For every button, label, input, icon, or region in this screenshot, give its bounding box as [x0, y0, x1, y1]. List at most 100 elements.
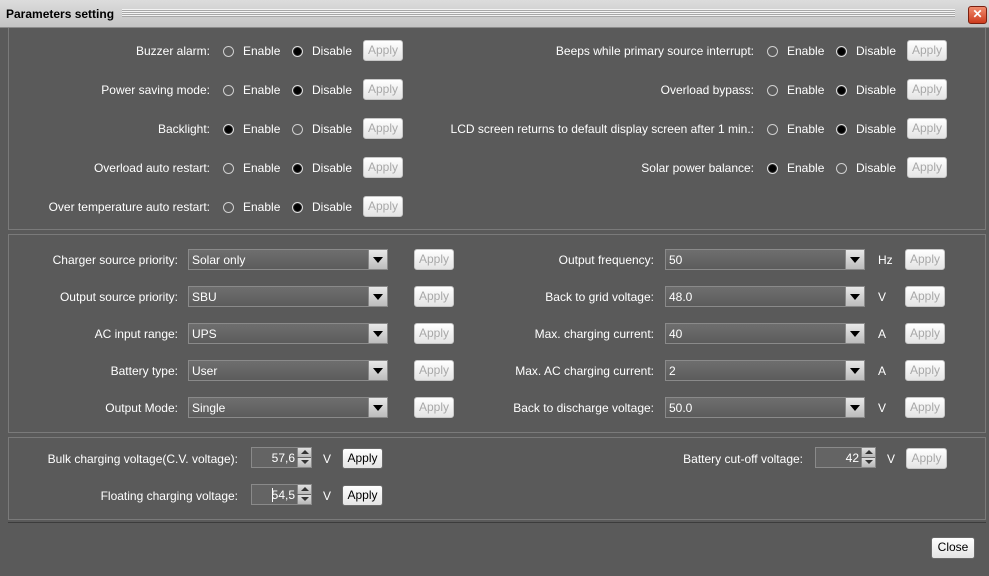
charger-source-priority-apply-button[interactable]: Apply: [414, 249, 454, 270]
output-mode-apply-button[interactable]: Apply: [414, 397, 454, 418]
output-frequency-value[interactable]: 50: [669, 253, 682, 267]
buzzer-alarm-disable-label[interactable]: Disable: [312, 44, 352, 58]
battery-type-apply-button[interactable]: Apply: [414, 360, 454, 381]
beeps-while-primary-source-interrupt-enable-label[interactable]: Enable: [787, 44, 824, 58]
battery-type-value[interactable]: User: [192, 364, 217, 378]
spinner-up-icon[interactable]: [297, 448, 311, 457]
spinner-down-icon[interactable]: [861, 458, 875, 467]
lcd-screen-returns-to-default-display-sc-enable-label[interactable]: Enable: [787, 122, 824, 136]
close-icon[interactable]: ✕: [968, 6, 987, 24]
back-to-grid-voltage-value[interactable]: 48.0: [669, 290, 692, 304]
power-saving-mode-enable-label[interactable]: Enable: [243, 83, 280, 97]
overload-auto-restart-disable-label[interactable]: Disable: [312, 161, 352, 175]
power-saving-mode-disable-radio[interactable]: [292, 85, 303, 96]
back-to-discharge-voltage-value[interactable]: 50.0: [669, 401, 692, 415]
beeps-while-primary-source-interrupt-enable-radio[interactable]: [767, 46, 778, 57]
chevron-down-icon[interactable]: [368, 287, 387, 306]
floating-voltage-value[interactable]: 54,5: [272, 488, 295, 502]
output-mode-select[interactable]: Single: [188, 397, 388, 418]
chevron-down-icon[interactable]: [368, 250, 387, 269]
overload-bypass-enable-radio[interactable]: [767, 85, 778, 96]
overload-bypass-apply-button[interactable]: Apply: [907, 79, 947, 100]
overload-auto-restart-enable-radio[interactable]: [223, 163, 234, 174]
chevron-down-icon[interactable]: [368, 324, 387, 343]
back-to-grid-voltage-select[interactable]: 48.0: [665, 286, 865, 307]
lcd-screen-returns-to-default-display-sc-apply-button[interactable]: Apply: [907, 118, 947, 139]
output-source-priority-select[interactable]: SBU: [188, 286, 388, 307]
max-ac-charging-current-apply-button[interactable]: Apply: [905, 360, 945, 381]
spinner-down-icon[interactable]: [297, 458, 311, 467]
over-temperature-auto-restart-enable-label[interactable]: Enable: [243, 200, 280, 214]
back-to-discharge-voltage-select[interactable]: 50.0: [665, 397, 865, 418]
back-to-discharge-voltage-apply-button[interactable]: Apply: [905, 397, 945, 418]
lcd-screen-returns-to-default-display-sc-disable-label[interactable]: Disable: [856, 122, 896, 136]
battery-type-select[interactable]: User: [188, 360, 388, 381]
over-temperature-auto-restart-apply-button[interactable]: Apply: [363, 196, 403, 217]
overload-auto-restart-enable-label[interactable]: Enable: [243, 161, 280, 175]
backlight-disable-radio[interactable]: [292, 124, 303, 135]
solar-power-balance-disable-label[interactable]: Disable: [856, 161, 896, 175]
power-saving-mode-enable-radio[interactable]: [223, 85, 234, 96]
output-mode-value[interactable]: Single: [192, 401, 225, 415]
chevron-down-icon[interactable]: [845, 250, 864, 269]
chevron-down-icon[interactable]: [368, 398, 387, 417]
bulk-voltage-spinner[interactable]: 57,6: [251, 447, 312, 468]
overload-bypass-disable-radio[interactable]: [836, 85, 847, 96]
max-charging-current-apply-button[interactable]: Apply: [905, 323, 945, 344]
output-source-priority-apply-button[interactable]: Apply: [414, 286, 454, 307]
spinner-down-icon[interactable]: [297, 495, 311, 504]
buzzer-alarm-disable-radio[interactable]: [292, 46, 303, 57]
over-temperature-auto-restart-enable-radio[interactable]: [223, 202, 234, 213]
chevron-down-icon[interactable]: [845, 398, 864, 417]
backlight-disable-label[interactable]: Disable: [312, 122, 352, 136]
overload-auto-restart-disable-radio[interactable]: [292, 163, 303, 174]
max-charging-current-select[interactable]: 40: [665, 323, 865, 344]
max-ac-charging-current-value[interactable]: 2: [669, 364, 676, 378]
power-saving-mode-apply-button[interactable]: Apply: [363, 79, 403, 100]
charger-source-priority-value[interactable]: Solar only: [192, 253, 245, 267]
max-charging-current-value[interactable]: 40: [669, 327, 682, 341]
output-frequency-select[interactable]: 50: [665, 249, 865, 270]
back-to-grid-voltage-apply-button[interactable]: Apply: [905, 286, 945, 307]
bulk-voltage-value[interactable]: 57,6: [272, 451, 295, 465]
lcd-screen-returns-to-default-display-sc-disable-radio[interactable]: [836, 124, 847, 135]
beeps-while-primary-source-interrupt-apply-button[interactable]: Apply: [907, 40, 947, 61]
max-ac-charging-current-select[interactable]: 2: [665, 360, 865, 381]
output-source-priority-value[interactable]: SBU: [192, 290, 217, 304]
overload-auto-restart-apply-button[interactable]: Apply: [363, 157, 403, 178]
backlight-enable-label[interactable]: Enable: [243, 122, 280, 136]
over-temperature-auto-restart-disable-label[interactable]: Disable: [312, 200, 352, 214]
solar-power-balance-enable-radio[interactable]: [767, 163, 778, 174]
cutoff-voltage-apply-button[interactable]: Apply: [906, 448, 947, 469]
solar-power-balance-enable-label[interactable]: Enable: [787, 161, 824, 175]
solar-power-balance-apply-button[interactable]: Apply: [907, 157, 947, 178]
solar-power-balance-disable-radio[interactable]: [836, 163, 847, 174]
ac-input-range-value[interactable]: UPS: [192, 327, 217, 341]
spinner-up-icon[interactable]: [861, 448, 875, 457]
over-temperature-auto-restart-disable-radio[interactable]: [292, 202, 303, 213]
ac-input-range-apply-button[interactable]: Apply: [414, 323, 454, 344]
bulk-voltage-apply-button[interactable]: Apply: [342, 448, 383, 469]
backlight-apply-button[interactable]: Apply: [363, 118, 403, 139]
floating-voltage-apply-button[interactable]: Apply: [342, 485, 383, 506]
output-frequency-apply-button[interactable]: Apply: [905, 249, 945, 270]
beeps-while-primary-source-interrupt-disable-radio[interactable]: [836, 46, 847, 57]
buzzer-alarm-enable-radio[interactable]: [223, 46, 234, 57]
floating-voltage-spinner[interactable]: 54,5: [251, 484, 312, 505]
ac-input-range-select[interactable]: UPS: [188, 323, 388, 344]
spinner-up-icon[interactable]: [297, 485, 311, 494]
chevron-down-icon[interactable]: [845, 361, 864, 380]
overload-bypass-disable-label[interactable]: Disable: [856, 83, 896, 97]
lcd-screen-returns-to-default-display-sc-enable-radio[interactable]: [767, 124, 778, 135]
beeps-while-primary-source-interrupt-disable-label[interactable]: Disable: [856, 44, 896, 58]
buzzer-alarm-enable-label[interactable]: Enable: [243, 44, 280, 58]
chevron-down-icon[interactable]: [845, 324, 864, 343]
charger-source-priority-select[interactable]: Solar only: [188, 249, 388, 270]
cutoff-voltage-spinner[interactable]: 42: [815, 447, 876, 468]
chevron-down-icon[interactable]: [368, 361, 387, 380]
title-bar[interactable]: Parameters setting ✕: [0, 0, 989, 28]
backlight-enable-radio[interactable]: [223, 124, 234, 135]
cutoff-voltage-value[interactable]: 42: [846, 451, 859, 465]
buzzer-alarm-apply-button[interactable]: Apply: [363, 40, 403, 61]
power-saving-mode-disable-label[interactable]: Disable: [312, 83, 352, 97]
